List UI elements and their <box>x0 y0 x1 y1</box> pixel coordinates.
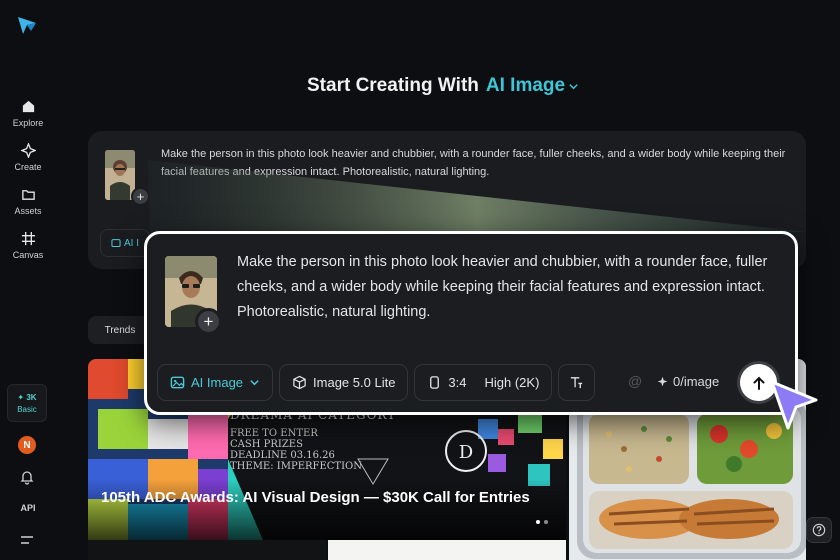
poster-line-2: FREE TO ENTER <box>230 428 318 439</box>
cube-icon <box>293 375 306 390</box>
sidebar-item-label: Canvas <box>12 250 44 260</box>
mode-chip-label: AI I <box>124 237 140 249</box>
image-icon <box>170 376 185 389</box>
prompt-toolbar: AI Image Image 5.0 Lite 3:4 High (2K) <box>157 364 596 401</box>
mode-chip-background[interactable]: AI I <box>100 229 150 257</box>
sidebar-item-label: Create <box>14 162 42 172</box>
folder-icon <box>21 190 35 200</box>
image-icon <box>111 239 121 247</box>
cost-label: 0/image <box>673 374 720 389</box>
quality-label: High (2K) <box>484 375 540 390</box>
add-image-button[interactable]: + <box>195 308 222 335</box>
sidebar-item-assets[interactable]: Assets <box>0 187 56 216</box>
mode-selector[interactable]: AI Image <box>486 75 579 97</box>
gallery-card[interactable] <box>88 540 326 560</box>
sidebar-item-explore[interactable]: Explore <box>0 99 56 128</box>
title-prefix: Start Creating With <box>307 75 479 96</box>
sparkle-icon <box>20 143 36 158</box>
logo-icon[interactable] <box>16 14 38 36</box>
sidebar-item-create[interactable]: Create <box>0 143 56 172</box>
page-title: Start Creating With AI Image <box>307 75 579 97</box>
ratio-quality-selector[interactable]: 3:4 High (2K) <box>414 364 553 401</box>
text-icon <box>571 377 583 389</box>
carousel-dots[interactable] <box>536 520 548 524</box>
chevron-down-icon <box>569 83 578 89</box>
avatar[interactable]: N <box>18 436 36 454</box>
bell-icon[interactable] <box>19 469 35 485</box>
home-icon <box>22 100 34 113</box>
carousel-dot[interactable] <box>536 520 540 524</box>
credits-count: ✦ 3K <box>17 392 37 402</box>
model-label: Image 5.0 Lite <box>313 375 396 390</box>
poster-line-4: DEADLINE 03.16.26 <box>230 450 335 461</box>
ratio-label: 3:4 <box>448 375 467 390</box>
app-root: Explore Create Assets Canvas ✦ 3K Basic … <box>0 0 840 560</box>
carousel-dot[interactable] <box>544 520 548 524</box>
plan-tier: Basic <box>17 404 37 414</box>
tab-trends[interactable]: Trends <box>88 316 152 344</box>
frame-icon <box>21 231 35 246</box>
aspect-ratio-icon <box>430 376 440 389</box>
svg-text:D: D <box>459 442 473 463</box>
gallery-card[interactable] <box>328 540 566 560</box>
sidebar-item-label: Assets <box>14 206 42 216</box>
mode-label: AI Image <box>485 75 566 96</box>
sparkle-icon <box>657 376 668 387</box>
text-style-button[interactable] <box>558 364 596 401</box>
mode-dropdown-label: AI Image <box>191 375 244 390</box>
prompt-text-background: Make the person in this photo look heavi… <box>161 148 786 178</box>
mode-dropdown[interactable]: AI Image <box>157 364 274 401</box>
featured-card-title[interactable]: 105th ADC Awards: AI Visual Design — $30… <box>101 488 541 507</box>
add-image-button-small[interactable]: + <box>131 187 150 206</box>
sidebar: Explore Create Assets Canvas ✦ 3K Basic … <box>0 0 56 560</box>
question-icon <box>812 523 826 537</box>
sidebar-item-canvas[interactable]: Canvas <box>0 231 56 260</box>
help-button[interactable] <box>806 517 832 543</box>
chevron-down-icon <box>250 380 259 386</box>
sidebar-item-label: Explore <box>12 118 44 128</box>
mouse-cursor-icon <box>770 380 818 430</box>
api-link[interactable]: API <box>0 503 56 513</box>
cost-indicator: 0/image <box>657 374 719 389</box>
menu-icon[interactable] <box>20 535 34 545</box>
prompt-text[interactable]: Make the person in this photo look heavi… <box>237 250 781 325</box>
mention-button[interactable]: @ <box>628 373 642 389</box>
model-selector[interactable]: Image 5.0 Lite <box>279 364 409 401</box>
poster-line-3: CASH PRIZES <box>230 439 303 450</box>
plan-badge[interactable]: ✦ 3K Basic <box>7 384 47 422</box>
poster-line-5: THEME: IMPERFECTION <box>230 461 362 472</box>
